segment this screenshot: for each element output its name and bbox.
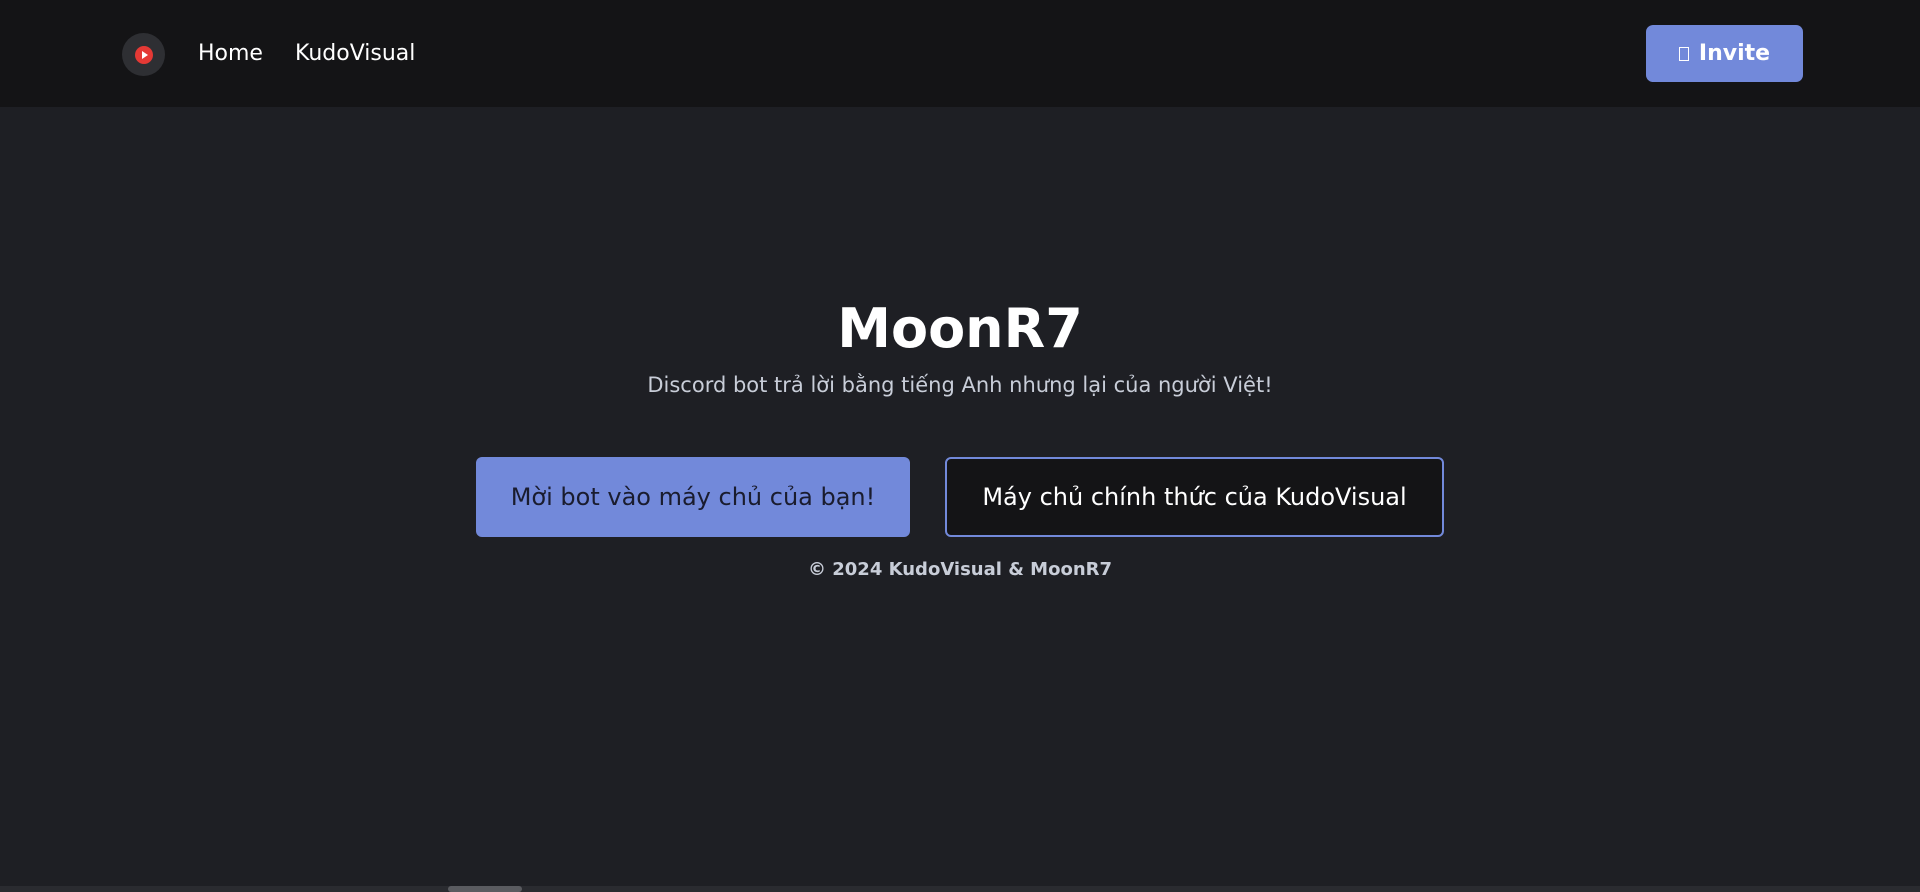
page-title: MoonR7 [837, 297, 1083, 360]
play-circle-icon [134, 45, 153, 64]
footer-copyright: © 2024 KudoVisual & MoonR7 [807, 559, 1113, 580]
official-server-button[interactable]: Máy chủ chính thức của KudoVisual [945, 457, 1444, 537]
invite-button[interactable]: Invite [1646, 25, 1803, 82]
nav-link-home[interactable]: Home [198, 38, 263, 70]
invite-button-label: Invite [1698, 41, 1771, 66]
navbar: Home KudoVisual Invite [0, 0, 1920, 107]
nav-link-kudovisual[interactable]: KudoVisual [295, 38, 415, 70]
page-subtitle: Discord bot trả lời bằng tiếng Anh nhưng… [647, 373, 1273, 397]
logo[interactable] [122, 33, 165, 76]
square-icon [1678, 46, 1689, 61]
scrollbar-thumb[interactable] [448, 886, 522, 892]
horizontal-scrollbar[interactable] [0, 886, 1920, 892]
invite-bot-button[interactable]: Mời bot vào máy chủ của bạn! [476, 457, 910, 537]
